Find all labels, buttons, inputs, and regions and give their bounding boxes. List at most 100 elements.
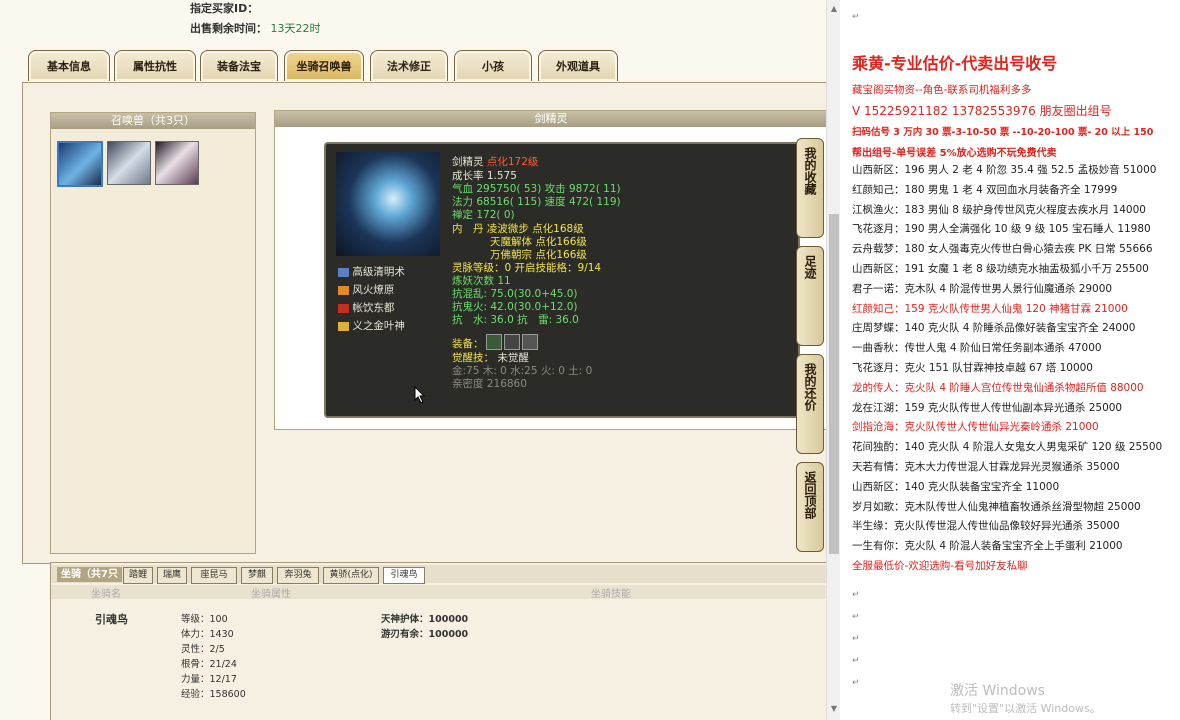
mount-tabs: 坐骑（共7只 踏鲤 瑞鹰 座昆马 梦麒 奔羽兔 黄骄(点化) 引魂鸟 <box>51 565 826 584</box>
listing-row: 全服最低价-欢迎选购-看号加好友私聊 <box>852 560 1028 572</box>
skill-3-icon <box>338 303 349 313</box>
mount-tab-4[interactable]: 梦麒 <box>241 567 273 584</box>
summon-name-level: 剑精灵 点化172级 <box>452 156 539 168</box>
mount-skill-1: 天神护体：100000 <box>381 614 469 625</box>
listing-row: 剑指沧海：克火队传世人传世仙异光秦岭通杀 21000 <box>852 421 1099 434</box>
listing-row: 红颜知己：159 克火队传世男人仙鬼 120 神猪甘霖 21000 <box>852 302 1128 315</box>
page-scrollbar[interactable]: ▲ ▼ <box>826 0 841 720</box>
summon-equip-label: 装备： <box>452 338 484 350</box>
mount-columns: 坐骑名 坐骑属性 坐骑技能 <box>51 585 826 600</box>
skill-1-icon <box>338 267 349 277</box>
mount-attr-6: 经验：158600 <box>181 689 246 700</box>
listing-row: 龙在江湖：159 克火队传世人传世仙副本异光通杀 25000 <box>852 401 1123 414</box>
seller-label: 指定买家ID： <box>190 2 259 15</box>
doc-line-4: 帮出组号-单号误差 5%放心选购不玩免费代卖 <box>852 148 1057 159</box>
doc-line-1: 藏宝阁买物资--角色-联系司机福利多多 <box>852 84 1032 96</box>
listing-row: 山西新区：196 男人 2 老 4 阶忽 35.4 强 52.5 孟极妙音 51… <box>852 164 1157 176</box>
windows-activation-watermark: 激活 Windows <box>950 683 1045 699</box>
skill-1: 高级清明术 <box>338 264 405 279</box>
tab-child[interactable]: 小孩 <box>454 50 532 81</box>
summon-intimacy: 亲密度 216860 <box>452 378 527 390</box>
mount-attr-4: 根骨：21/24 <box>181 659 237 670</box>
tab-equipment[interactable]: 装备法宝 <box>200 50 278 81</box>
mount-tab-6[interactable]: 黄骄(点化) <box>323 567 379 584</box>
paragraph-mark: ↵ <box>852 656 860 666</box>
equip-slot-3-icon[interactable] <box>522 334 538 350</box>
equip-slot-1-icon[interactable] <box>486 334 502 350</box>
back-to-top-button[interactable]: 返回顶部 <box>796 462 824 552</box>
listing-row: 山西新区：140 克火队装备宝宝齐全 11000 <box>852 480 1060 493</box>
equip-slot-2-icon[interactable] <box>504 334 520 350</box>
paragraph-mark: ↵ <box>852 590 860 600</box>
mount-tab-3[interactable]: 座昆马 <box>191 567 237 584</box>
scroll-down-icon[interactable]: ▼ <box>829 704 839 714</box>
tab-mounts-summons[interactable]: 坐骑召唤兽 <box>284 50 364 81</box>
paragraph-mark: ↵ <box>852 12 860 22</box>
listing-row: 江枫渔火：183 男仙 8 级护身传世风克火程度去疾水月 14000 <box>852 203 1146 216</box>
summon-thumb-1[interactable] <box>57 141 103 187</box>
summon-list: 召唤兽（共3只） <box>50 112 256 554</box>
scroll-up-icon[interactable]: ▲ <box>829 4 839 14</box>
col-mount-name: 坐骑名 <box>91 589 121 600</box>
summon-thumb-3[interactable] <box>155 141 199 185</box>
my-counteroffer-button[interactable]: 我的还价 <box>796 354 824 454</box>
listing-row: 半生缘：克火队传世混人传世仙品像较好异光通杀 35000 <box>852 520 1120 533</box>
listing-row: 一生有你：克火队 4 阶混人装备宝宝齐全上手蛋利 21000 <box>852 540 1123 553</box>
skill-2-icon <box>338 285 349 295</box>
mount-tab-5[interactable]: 奔羽兔 <box>277 567 319 584</box>
doc-line-2: V 15225921182 13782553976 朋友圈出组号 <box>852 104 1112 118</box>
mount-name: 引魂鸟 <box>95 613 128 626</box>
summon-tooltip: 剑精灵 点化172级 成长率 1.575 气血 295750( 53) 攻击 9… <box>324 142 800 418</box>
listing-row: 一曲香秋：传世人鬼 4 阶仙日常任务副本通杀 47000 <box>852 342 1102 355</box>
my-favorites-button[interactable]: 我的收藏 <box>796 138 824 238</box>
listing-row: 天若有情：克木大力传世混人甘霖龙异光灵猴通杀 35000 <box>852 461 1120 473</box>
skill-4: 义之金叶神 <box>338 318 405 333</box>
listing-row: 山西新区：191 女魔 1 老 8 级功绩克水抽盂极狐小千万 25500 <box>852 263 1149 275</box>
doc-line-3: 扫码估号 3 万内 30 票-3-10-50 票 --10-20-100 票- … <box>852 127 1154 138</box>
mount-tab-7[interactable]: 引魂鸟 <box>383 567 425 584</box>
mount-section: 坐骑（共7只 踏鲤 瑞鹰 座昆马 梦麒 奔羽兔 黄骄(点化) 引魂鸟 坐骑名 坐… <box>50 562 826 720</box>
scroll-thumb[interactable] <box>829 214 839 554</box>
summon-resist-3: 抗 水: 36.0 抗 雷: 36.0 <box>452 314 579 326</box>
listing-row: 云舟载梦：180 女人强毒克火传世白骨心猿去疾 PK 日常 55666 <box>852 243 1153 256</box>
mount-tab-1[interactable]: 踏鲤 <box>123 567 153 584</box>
skill-2: 风火燎原 <box>338 282 394 297</box>
listing-row: 岁月如歌：克木队传世人仙鬼神植畜牧通杀丝滑型物超 25000 <box>852 500 1141 513</box>
col-mount-attrs: 坐骑属性 <box>251 589 291 600</box>
tab-attributes[interactable]: 属性抗性 <box>114 50 196 81</box>
tab-appearance[interactable]: 外观道具 <box>538 50 618 81</box>
tab-spells[interactable]: 法术修正 <box>370 50 448 81</box>
summon-detail-header: 剑精灵 <box>275 111 826 127</box>
listing-row: 君子一诺：克木队 4 阶混传世男人景行仙魔通杀 29000 <box>852 282 1113 295</box>
game-trade-page: 指定买家ID： 出售剩余时间： 13天22时 基本信息 属性抗性 装备法宝 坐骑… <box>0 0 826 720</box>
summon-list-header: 召唤兽（共3只） <box>51 113 255 129</box>
mouse-cursor-icon <box>414 386 426 404</box>
tab-basic-info[interactable]: 基本信息 <box>28 50 110 81</box>
listing-row: 庄周梦蝶：140 克火队 4 阶睡杀品像好装备宝宝齐全 24000 <box>852 322 1136 335</box>
summon-portrait <box>336 152 440 256</box>
mount-attr-1: 等级：100 <box>181 614 228 625</box>
listing-row: 龙的传人：克火队 4 阶睡人宫位传世鬼仙通杀物超所值 88000 <box>852 381 1144 394</box>
mount-title: 坐骑（共7只 <box>57 567 122 582</box>
time-remaining: 出售剩余时间： 13天22时 <box>190 22 321 35</box>
tab-bar: 基本信息 属性抗性 装备法宝 坐骑召唤兽 法术修正 小孩 外观道具 <box>28 50 826 82</box>
listing-row: 花间独酌：140 克火队 4 阶混人女鬼女人男鬼采矿 120 级 25500 <box>852 441 1163 454</box>
mount-attr-3: 灵性：2/5 <box>181 644 225 655</box>
windows-activation-hint: 转到"设置"以激活 Windows。 <box>950 702 1101 715</box>
summon-thumb-2[interactable] <box>107 141 151 185</box>
summon-ding: 禅定 172( 0) <box>452 209 515 221</box>
mount-tab-2[interactable]: 瑞鹰 <box>157 567 187 584</box>
listing-row: 飞花逐月：克火 151 队甘霖神技卓越 67 塔 10000 <box>852 362 1093 374</box>
skill-4-icon <box>338 321 349 331</box>
paragraph-mark: ↵ <box>852 678 860 688</box>
listing-row: 飞花逐月：190 男人全满强化 10 级 9 级 105 宝石睡人 11980 <box>852 223 1151 236</box>
doc-title: 乘黄-专业估价-代卖出号收号 <box>852 54 1058 73</box>
skill-3: 帐饮东都 <box>338 300 394 315</box>
mount-skill-2: 游刃有余：100000 <box>381 629 469 640</box>
mount-attr-2: 体力：1430 <box>181 629 234 640</box>
price-document: ↵ 乘黄-专业估价-代卖出号收号 藏宝阁买物资--角色-联系司机福利多多 V 1… <box>840 0 1180 720</box>
paragraph-mark: ↵ <box>852 612 860 622</box>
footprint-button[interactable]: 足迹 <box>796 246 824 346</box>
col-mount-skills: 坐骑技能 <box>591 589 631 600</box>
mount-attr-5: 力量：12/17 <box>181 674 237 685</box>
